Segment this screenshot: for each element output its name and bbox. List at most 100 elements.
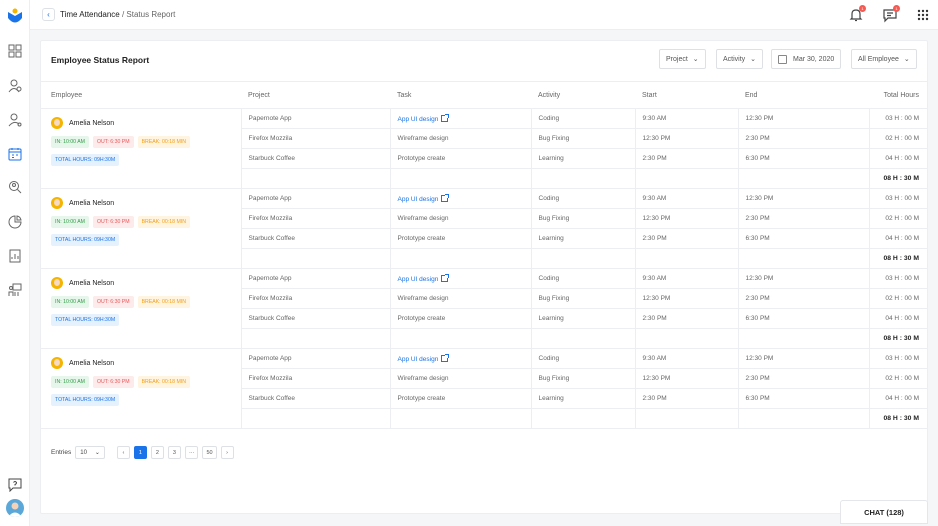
page-ellipsis[interactable]: ··· [184,446,199,459]
break-badge: BREAK: 00:18 MIN [137,296,190,308]
column-header[interactable]: Start [635,81,738,109]
user-avatar[interactable] [6,499,24,517]
task-link-text: App UI design [397,115,439,123]
report-icon[interactable] [7,248,23,264]
table-row: Amelia Nelson IN: 10:00 AM OUT: 6:30 PM BRE… [41,188,927,269]
prev-page-button[interactable]: ‹ [116,446,130,459]
column-header[interactable]: Project [241,81,390,109]
column-header[interactable]: Employee [41,81,241,109]
apps-grid-icon[interactable] [915,7,931,23]
employee-name[interactable]: Amelia Nelson [51,277,241,289]
pie-chart-icon[interactable] [7,214,23,230]
empty-cell [634,328,738,349]
user-settings-icon[interactable] [7,112,23,128]
entries-select[interactable]: 10 ⌄ [75,446,105,459]
project-cell: Firefox Mozzila [240,128,390,149]
messages-icon[interactable]: 1 [882,5,900,23]
page-button-2[interactable]: 2 [150,446,164,459]
employee-name[interactable]: Amelia Nelson [51,197,241,209]
activity-cell: Bug Fixing [530,208,635,229]
attendance-chips: IN: 10:00 AM OUT: 6:30 PM BREAK: 00:18 MIN [51,216,241,228]
breadcrumb-section[interactable]: Time Attendance [60,10,120,19]
column-header[interactable]: End [738,81,869,109]
break-badge: BREAK: 00:18 MIN [137,136,190,148]
employee-avatar [51,277,63,289]
total-hours-cell: 02 H : 00 M [868,288,927,309]
start-cell: 9:30 AM [634,268,738,289]
activity-cell: Learning [530,308,635,329]
notification-bell-icon[interactable]: 1 [848,5,866,23]
total-hours-badge: TOTAL HOURS: 09H:30M [51,154,120,166]
app-logo[interactable] [7,8,23,26]
group-total-hours: 08 H : 30 M [868,328,927,349]
external-link-icon[interactable] [441,273,450,282]
task-link[interactable]: App UI design [389,188,531,209]
task-cell: Prototype create [389,228,531,249]
breadcrumb-page: Status Report [126,10,176,19]
activity-cell: Learning [530,148,635,169]
calendar-icon[interactable] [7,146,23,162]
task-cell: Wireframe design [389,208,531,229]
project-cell: Papernote App [240,108,390,129]
project-cell: Papernote App [240,188,390,209]
activity-cell: Coding [530,188,635,209]
task-link[interactable]: App UI design [389,348,531,369]
back-button[interactable]: ‹ [42,8,55,21]
column-header[interactable]: Total Hours [869,81,927,109]
start-cell: 12:30 PM [634,368,738,389]
check-in-badge: IN: 10:00 AM [51,216,89,228]
task-link-text: App UI design [397,275,439,283]
users-icon[interactable] [7,78,23,94]
empty-cell [240,328,390,349]
page-button-3[interactable]: 3 [167,446,181,459]
next-page-button[interactable]: › [220,446,234,459]
search-user-icon[interactable] [7,179,23,195]
employee-filter[interactable]: All Employee ⌄ [851,49,917,69]
activity-cell: Coding [530,268,635,289]
activity-cell: Bug Fixing [530,288,635,309]
employee-name[interactable]: Amelia Nelson [51,357,241,369]
empty-cell [389,408,531,429]
chat-button[interactable]: CHAT (128) [840,500,928,524]
chevron-down-icon: ⌄ [750,56,757,63]
group-total-hours: 08 H : 30 M [868,408,927,429]
page-button-1[interactable]: 1 [133,446,147,459]
breadcrumb: Time Attendance / Status Report [60,10,175,19]
page-button-50[interactable]: 50 [202,446,217,459]
task-link[interactable]: App UI design [389,108,531,129]
table-header-row: Employee Project Task Activity Start End… [41,81,927,109]
empty-cell [737,248,869,269]
external-link-icon[interactable] [441,193,450,202]
empty-cell [389,328,531,349]
start-cell: 9:30 AM [634,188,738,209]
date-filter[interactable]: Mar 30, 2020 [771,49,842,69]
external-link-icon[interactable] [441,353,450,362]
activity-filter-label: Activity [723,55,746,63]
activity-cell: Coding [530,108,635,129]
column-header[interactable]: Task [390,81,531,109]
project-filter[interactable]: Project ⌄ [659,49,706,69]
activity-filter[interactable]: Activity ⌄ [716,49,764,69]
task-link[interactable]: App UI design [389,268,531,289]
external-link-icon[interactable] [441,113,450,122]
total-hours-badge: TOTAL HOURS: 09H:30M [51,314,120,326]
chevron-left-icon: ‹ [47,10,50,19]
dashboard-icon[interactable] [7,43,23,59]
sidebar [0,0,30,526]
task-cell: Wireframe design [389,128,531,149]
table-row: Amelia Nelson IN: 10:00 AM OUT: 6:30 PM BRE… [41,348,927,429]
team-presentation-icon[interactable] [7,282,23,298]
group-total-hours: 08 H : 30 M [868,248,927,269]
help-icon[interactable] [7,477,23,493]
employee-name[interactable]: Amelia Nelson [51,117,241,129]
employee-name-text: Amelia Nelson [69,359,115,367]
report-card: Employee Status Report Project ⌄ Activity… [40,40,928,514]
total-hours-cell: 04 H : 00 M [868,388,927,409]
total-hours-cell: 02 H : 00 M [868,208,927,229]
break-badge: BREAK: 00:18 MIN [137,216,190,228]
empty-cell [634,168,738,189]
calendar-icon [778,54,787,64]
column-header[interactable]: Activity [531,81,635,109]
activity-cell: Learning [530,388,635,409]
employee-cell: Amelia Nelson IN: 10:00 AM OUT: 6:30 PM BRE… [41,188,241,269]
